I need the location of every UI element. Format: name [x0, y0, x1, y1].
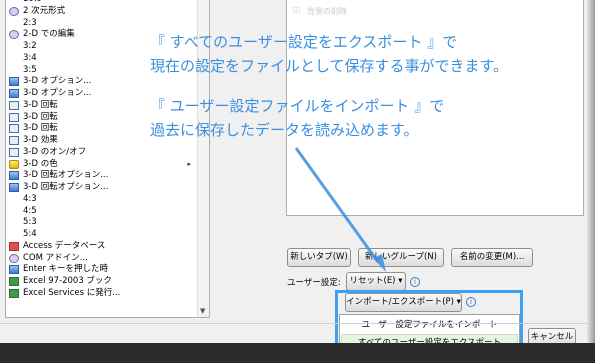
annotation-line-4: 過去に保存したデータを読み込めます。: [150, 121, 419, 139]
divider: [0, 323, 595, 324]
annotation-line-3: 『 ユーザー設定ファイルをインポート 』で: [150, 97, 445, 115]
taskbar: [0, 343, 595, 363]
annotation-line-2: 現在の設定をファイルとして保存する事ができます。: [150, 57, 509, 75]
window-edge: [587, 0, 595, 343]
annotation-line-1: 『 すべてのユーザー設定をエクスポート 』で: [150, 33, 458, 51]
annotation-arrow: [294, 147, 386, 272]
